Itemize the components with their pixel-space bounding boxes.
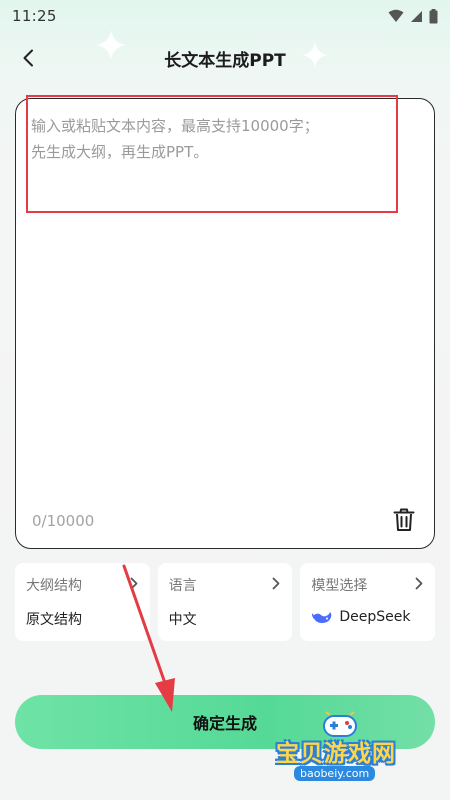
watermark-url: baobeiy.com <box>294 766 376 781</box>
page-title: 长文本生成PPT <box>164 50 286 71</box>
status-icons <box>388 8 438 24</box>
text-input-panel: 0/10000 <box>15 98 435 549</box>
option-value-text: 中文 <box>168 612 197 628</box>
option-value: 原文结构 <box>26 609 140 629</box>
chevron-right-icon <box>415 577 423 590</box>
chevron-left-icon <box>23 49 33 67</box>
option-value-text: 原文结构 <box>26 612 82 628</box>
option-label: 模型选择 <box>311 578 368 594</box>
option-label: 语言 <box>168 578 197 594</box>
battery-icon <box>429 8 438 23</box>
language-option[interactable]: 语言 中文 <box>157 563 293 641</box>
chevron-right-icon <box>272 577 280 590</box>
options-row: 大纲结构 原文结构 语言 中文 模型选择 DeepSeek <box>15 563 436 641</box>
status-bar: 11:25 <box>0 0 450 32</box>
status-time: 11:25 <box>12 7 57 25</box>
option-value: DeepSeek <box>311 609 425 625</box>
trash-icon <box>393 508 415 531</box>
confirm-generate-button[interactable]: 确定生成 <box>15 695 435 749</box>
chevron-right-icon <box>130 577 138 590</box>
option-value: 中文 <box>169 609 283 629</box>
cellular-signal-icon <box>411 10 422 22</box>
wifi-icon <box>388 9 404 22</box>
clear-text-button[interactable] <box>390 506 418 534</box>
model-select-option[interactable]: 模型选择 DeepSeek <box>300 563 436 641</box>
back-button[interactable] <box>14 42 42 74</box>
option-value-text: DeepSeek <box>339 609 411 625</box>
outline-structure-option[interactable]: 大纲结构 原文结构 <box>15 563 150 641</box>
nav-bar: 长文本生成PPT <box>0 38 450 78</box>
option-label: 大纲结构 <box>26 578 82 594</box>
deepseek-whale-icon <box>312 611 332 623</box>
long-text-input[interactable] <box>31 113 421 493</box>
character-counter: 0/10000 <box>32 512 95 530</box>
